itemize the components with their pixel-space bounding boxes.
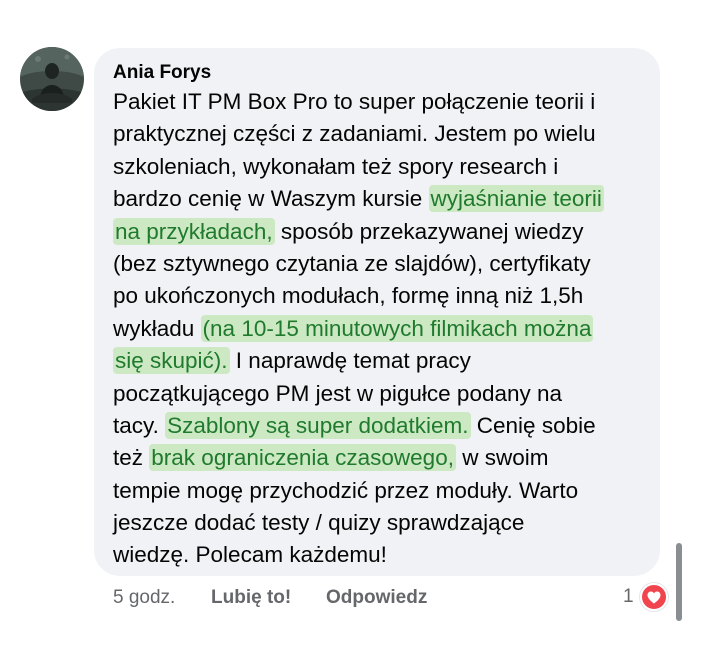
comment-line: wiedzę. Polecam każdemu! <box>113 539 644 571</box>
text-segment: szkoleniach, wykonałam też spory researc… <box>113 153 559 179</box>
highlighted-phrase: (na 10-15 minutowych filmikach można <box>200 314 594 342</box>
highlighted-phrase: brak ograniczenia czasowego, <box>149 444 456 472</box>
comment-line: na przykładach, sposób przekazywanej wie… <box>113 216 644 248</box>
reaction-count: 1 <box>623 586 634 607</box>
text-segment: wiedzę. Polecam każdemu! <box>113 542 387 568</box>
comment-line: też brak ograniczenia czasowego, w swoim <box>113 442 644 474</box>
highlighted-phrase: na przykładach, <box>113 217 275 245</box>
text-segment: (bez sztywnego czytania ze slajdów), cer… <box>113 250 591 276</box>
heart-reaction-icon <box>640 583 668 611</box>
highlighted-phrase: wyjaśnianie teorii <box>428 185 604 213</box>
text-segment: wykładu <box>113 315 201 341</box>
comment-author[interactable]: Ania Forys <box>113 62 644 84</box>
comment-line: tacy. Szablony są super dodatkiem. Cenię… <box>113 410 644 442</box>
text-segment: tacy. <box>113 412 166 438</box>
text-segment: jeszcze dodać testy / quizy sprawdzające <box>113 510 525 536</box>
text-segment: początkującego PM jest w pigułce podany … <box>113 380 563 406</box>
text-segment: I naprawdę temat pracy <box>229 348 471 374</box>
comment-text: Pakiet IT PM Box Pro to super połączenie… <box>113 86 644 572</box>
comment-line: praktycznej części z zadaniami. Jestem p… <box>113 118 644 150</box>
comment-line: tempie mogę przychodzić przez moduły. Wa… <box>113 475 644 507</box>
text-segment: praktycznej części z zadaniami. Jestem p… <box>113 121 596 147</box>
comment-timestamp[interactable]: 5 godz. <box>113 585 175 611</box>
avatar[interactable] <box>20 47 84 111</box>
comment-line: (bez sztywnego czytania ze slajdów), cer… <box>113 248 644 280</box>
text-segment: sposób przekazywanej wiedzy <box>274 218 584 244</box>
text-segment: Pakiet IT PM Box Pro to super połączenie… <box>113 89 596 114</box>
text-segment: też <box>113 445 150 471</box>
text-segment: w swoim <box>455 445 549 471</box>
comment-line: jeszcze dodać testy / quizy sprawdzające <box>113 507 644 539</box>
comment-line: po ukończonych modułach, formę inną niż … <box>113 280 644 312</box>
highlighted-phrase: Szablony są super dodatkiem. <box>165 411 471 439</box>
comment-line: się skupić). I naprawdę temat pracy <box>113 345 644 377</box>
comment-line: początkującego PM jest w pigułce podany … <box>113 378 644 410</box>
text-segment: po ukończonych modułach, formę inną niż … <box>113 283 584 309</box>
comment-line: wykładu (na 10-15 minutowych filmikach m… <box>113 313 644 345</box>
avatar-image <box>20 47 84 111</box>
text-segment: Cenię sobie <box>470 412 596 438</box>
comment-line: szkoleniach, wykonałam też spory researc… <box>113 151 644 183</box>
comment-bubble: Ania Forys Pakiet IT PM Box Pro to super… <box>94 48 660 576</box>
text-segment: bardzo cenię w Waszym kursie <box>113 186 429 212</box>
comment-line: Pakiet IT PM Box Pro to super połączenie… <box>113 86 644 118</box>
scrollbar-thumb[interactable] <box>676 543 682 621</box>
reply-button[interactable]: Odpowiedz <box>326 585 427 611</box>
comment-line: bardzo cenię w Waszym kursie wyjaśnianie… <box>113 183 644 215</box>
text-segment: tempie mogę przychodzić przez moduły. Wa… <box>113 477 579 503</box>
highlighted-phrase: się skupić). <box>113 347 230 375</box>
like-button[interactable]: Lubię to! <box>211 585 291 611</box>
